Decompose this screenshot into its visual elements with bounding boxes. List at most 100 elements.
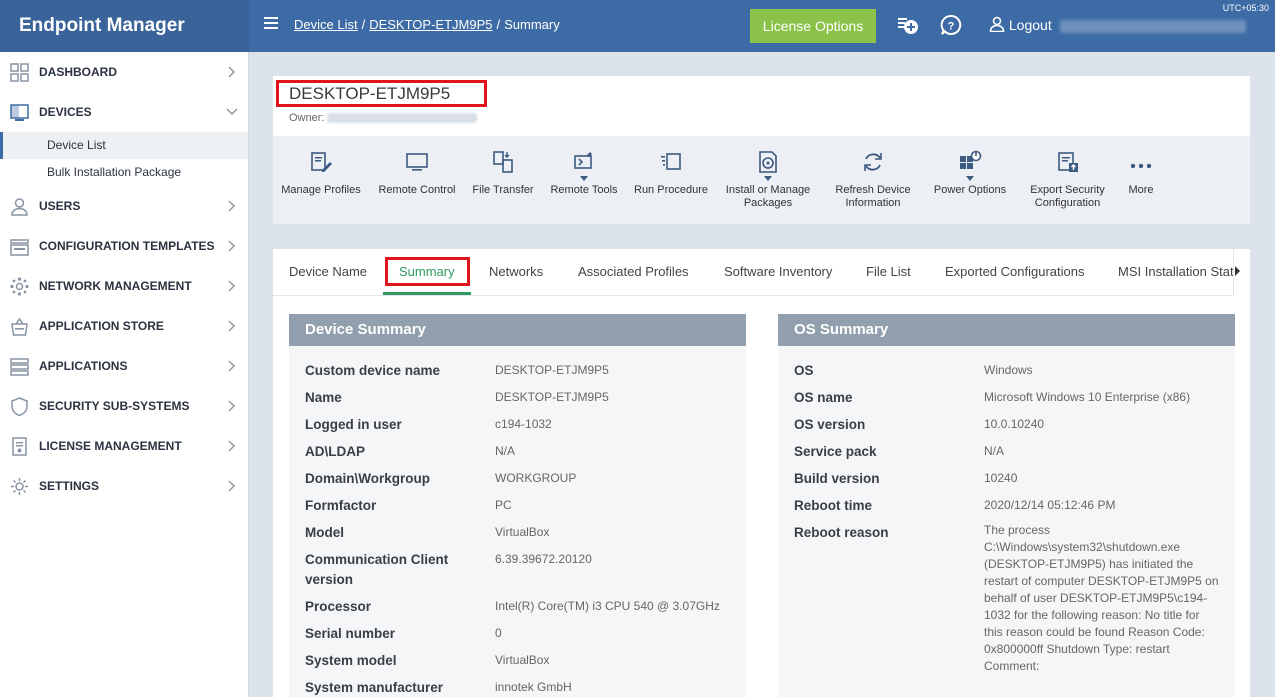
devices-icon — [10, 103, 29, 121]
user-icon — [989, 16, 1005, 33]
manage-profiles-button[interactable]: Manage Profiles — [277, 136, 365, 224]
field-value: Microsoft Windows 10 Enterprise (x86) — [984, 390, 1191, 404]
sidebar-subitem-bulk-installation[interactable]: Bulk Installation Package — [0, 159, 248, 186]
add-task-icon[interactable] — [897, 14, 919, 36]
logout-label[interactable]: Logout — [1009, 17, 1052, 33]
tab-bar: Device Name Summary Networks Associated … — [273, 249, 1250, 296]
menu-toggle-icon[interactable] — [264, 17, 278, 29]
reason-line: 0x800000ff Shutdown Type: restart — [984, 642, 1170, 656]
chevron-right-icon — [228, 240, 235, 252]
tab-file-list[interactable]: File List — [866, 264, 911, 279]
field-label: Logged in user — [305, 417, 402, 432]
field-value: WORKGROUP — [495, 471, 577, 485]
field-value: 0 — [495, 626, 502, 640]
breadcrumb-device-list[interactable]: Device List — [294, 17, 358, 32]
chevron-right-icon — [228, 400, 235, 412]
tab-summary[interactable]: Summary — [399, 264, 455, 279]
device-owner: Owner: — [289, 112, 478, 124]
monitor-icon — [406, 153, 428, 171]
license-icon — [12, 436, 27, 456]
field-value: 10240 — [984, 471, 1018, 485]
power-options-button[interactable]: Power Options — [928, 136, 1012, 224]
tool-label: Install or Manage Packages — [725, 184, 811, 209]
more-button[interactable]: More — [1119, 136, 1163, 224]
field-label: OS version — [794, 417, 866, 432]
dashboard-icon — [10, 62, 29, 82]
field-value: VirtualBox — [495, 653, 550, 667]
remote-tools-button[interactable]: Remote Tools — [546, 136, 622, 224]
reason-line: C:\Windows\system32\shutdown.exe — [984, 540, 1181, 554]
gear-icon — [11, 477, 28, 495]
sidebar-item-settings[interactable]: SETTINGS — [0, 466, 248, 506]
file-transfer-button[interactable]: File Transfer — [466, 136, 540, 224]
chevron-right-icon — [228, 320, 235, 332]
reason-line: this reason could be found Reason Code: — [984, 625, 1205, 639]
field-label: Custom device name — [305, 363, 441, 378]
run-procedure-button[interactable]: Run Procedure — [630, 136, 712, 224]
install-manage-packages-button[interactable]: Install or Manage Packages — [721, 136, 815, 224]
field-value: innotek GmbH — [495, 680, 572, 694]
tab-device-name[interactable]: Device Name — [289, 264, 367, 279]
chevron-right-icon — [228, 66, 235, 78]
field-label: Formfactor — [305, 498, 377, 513]
refresh-device-info-button[interactable]: Refresh Device Information — [828, 136, 918, 224]
chevron-right-icon — [228, 360, 235, 372]
sidebar-item-label: LICENSE MANAGEMENT — [39, 439, 182, 453]
tool-label: Remote Control — [378, 184, 456, 196]
remote-control-button[interactable]: Remote Control — [373, 136, 461, 224]
field-value: N/A — [984, 444, 1005, 458]
sidebar-item-license-management[interactable]: LICENSE MANAGEMENT — [0, 426, 248, 466]
help-icon[interactable]: ? — [940, 14, 962, 36]
field-label: System manufacturer — [305, 680, 444, 695]
sidebar-item-devices[interactable]: DEVICES — [0, 92, 248, 132]
tab-associated-profiles[interactable]: Associated Profiles — [578, 264, 689, 279]
tab-software-inventory[interactable]: Software Inventory — [724, 264, 832, 279]
field-label: System model — [305, 653, 397, 668]
owner-label: Owner: — [289, 112, 325, 124]
sidebar-subitem-device-list[interactable]: Device List — [0, 132, 248, 159]
device-action-toolbar: Manage Profiles Remote Control File Tran… — [273, 136, 1250, 224]
field-label: Model — [305, 525, 344, 540]
chevron-right-icon — [228, 280, 235, 292]
sidebar-item-users[interactable]: USERS — [0, 186, 248, 226]
tab-networks[interactable]: Networks — [489, 264, 543, 279]
export-security-config-button[interactable]: Export Security Configuration — [1023, 136, 1112, 224]
field-value: Intel(R) Core(TM) i3 CPU 540 @ 3.07GHz — [495, 599, 720, 613]
device-summary-panel: Device Summary Custom device name DESKTOP… — [289, 314, 746, 697]
sidebar-item-dashboard[interactable]: DASHBOARD — [0, 52, 248, 92]
field-label: Communication Client — [305, 552, 449, 567]
field-label: Reboot time — [794, 498, 873, 513]
owner-email-redacted — [327, 113, 478, 124]
sidebar-item-label: APPLICATION STORE — [39, 319, 164, 333]
os-summary-panel: OS Summary OS Windows OS name Microsoft Wi… — [778, 314, 1235, 697]
tool-label: More — [1128, 184, 1154, 196]
field-label: Processor — [305, 599, 372, 614]
logout-link[interactable]: Logout — [989, 16, 1246, 33]
package-icon — [759, 151, 777, 173]
os-summary-title: OS Summary — [778, 314, 1235, 346]
brand-title[interactable]: Endpoint Manager — [0, 0, 249, 52]
sidebar-item-network-management[interactable]: NETWORK MANAGEMENT — [0, 266, 248, 306]
profile-edit-icon — [311, 152, 332, 172]
chevron-right-icon[interactable] — [1235, 266, 1240, 276]
field-value: c194-1032 — [495, 417, 552, 431]
sidebar-item-configuration-templates[interactable]: CONFIGURATION TEMPLATES — [0, 226, 248, 266]
applications-icon — [10, 357, 29, 376]
reason-line: (DESKTOP-ETJM9P5) has initiated the — [984, 557, 1194, 571]
sidebar-item-application-store[interactable]: APPLICATION STORE — [0, 306, 248, 346]
tab-exported-configurations[interactable]: Exported Configurations — [945, 264, 1084, 279]
top-header: Endpoint Manager Device List / DESKTOP-ETJ… — [0, 0, 1275, 52]
reason-line: restart of computer DESKTOP-ETJM9P5 on — [984, 574, 1219, 588]
field-value: DESKTOP-ETJM9P5 — [495, 363, 609, 377]
sidebar-item-applications[interactable]: APPLICATIONS — [0, 346, 248, 386]
breadcrumb-device[interactable]: DESKTOP-ETJM9P5 — [369, 17, 492, 32]
tool-label: Run Procedure — [634, 184, 708, 196]
field-label: OS — [794, 363, 814, 378]
license-options-button[interactable]: License Options — [750, 9, 876, 43]
tab-msi-installation-status[interactable]: MSI Installation Stat — [1118, 264, 1234, 279]
field-label: Domain\Workgroup — [305, 471, 431, 486]
sidebar-item-security-sub-systems[interactable]: SECURITY SUB-SYSTEMS — [0, 386, 248, 426]
tool-label: Power Options — [933, 184, 1007, 196]
sidebar-item-label: NETWORK MANAGEMENT — [39, 279, 192, 293]
field-label: AD\LDAP — [305, 444, 365, 459]
